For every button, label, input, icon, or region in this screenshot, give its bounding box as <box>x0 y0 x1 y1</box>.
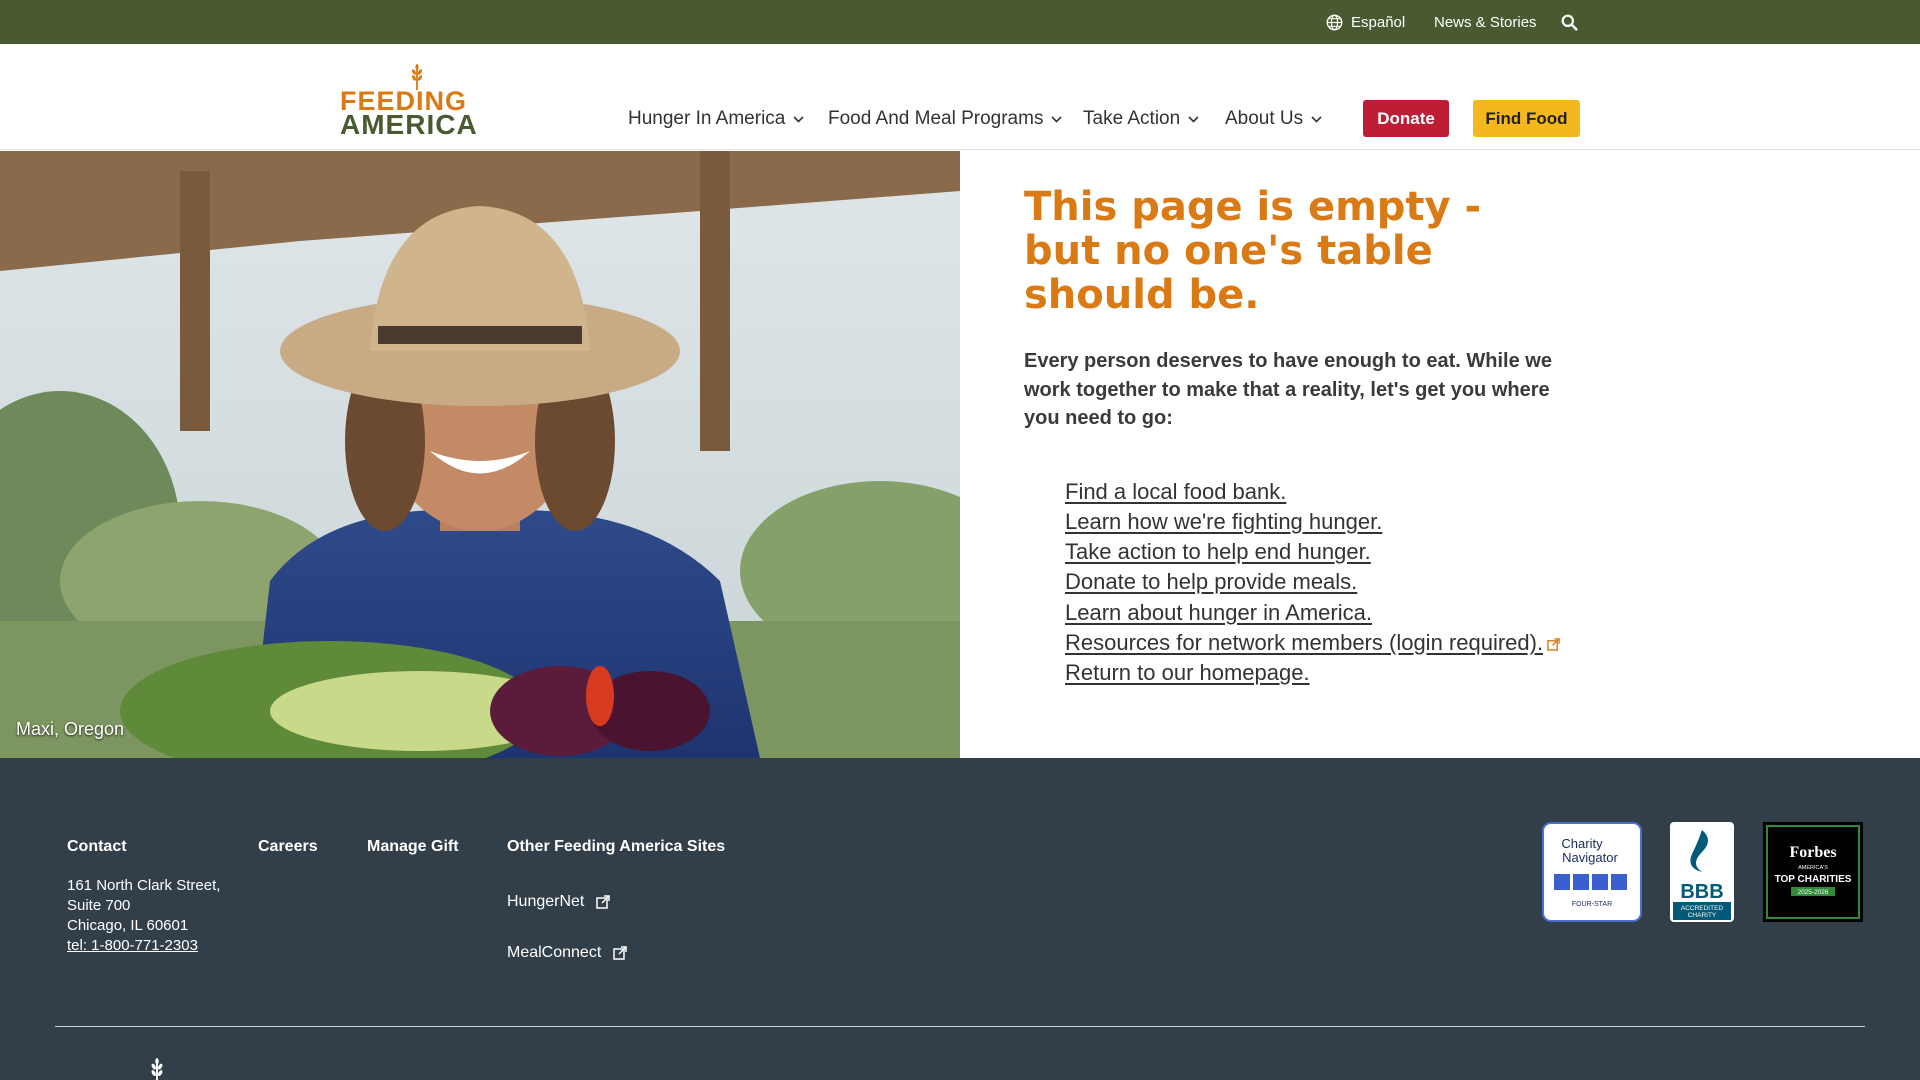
nav-food-and-meal-programs[interactable]: Food And Meal Programs <box>828 104 1063 134</box>
bbb-text: BBB <box>1680 881 1723 903</box>
manage-gift-label: Manage Gift <box>367 838 459 855</box>
fighting-hunger-link[interactable]: Learn how we're fighting hunger. <box>1065 509 1382 534</box>
address-line-2: Suite 700 <box>67 897 131 914</box>
nav-about-us[interactable]: About Us <box>1225 104 1322 134</box>
phone-link[interactable]: tel: 1-800-771-2303 <box>67 936 220 956</box>
hunger-in-america-link[interactable]: Learn about hunger in America. <box>1065 600 1372 625</box>
logo-word-america: AMERICA <box>340 109 478 140</box>
forbes-text: TOP CHARITIES <box>1775 874 1852 885</box>
donate-button[interactable]: Donate <box>1363 100 1449 137</box>
globe-icon <box>1326 14 1343 30</box>
bbb-text: CHARITY <box>1688 912 1717 919</box>
hungernet-link[interactable]: HungerNet <box>507 893 611 911</box>
wheat-icon <box>151 1058 163 1080</box>
forbes-text: Forbes <box>1789 844 1836 861</box>
nav-label: About Us <box>1225 108 1304 129</box>
forbes-top-charities-badge[interactable]: Forbes AMERICA'S TOP CHARITIES 2025-2026 <box>1763 822 1863 922</box>
careers-link[interactable]: Careers <box>258 838 318 856</box>
bbb-badge[interactable]: BBB ACCREDITED CHARITY <box>1670 822 1734 922</box>
hungernet-label: HungerNet <box>507 893 585 910</box>
charity-navigator-text: Charity <box>1561 836 1603 851</box>
charity-navigator-text: FOUR-STAR <box>1572 901 1612 908</box>
utility-bar: Español News & Stories <box>0 0 1920 44</box>
other-sites-title: Other Feeding America Sites <box>507 838 726 855</box>
chevron-down-icon <box>793 115 804 123</box>
error-content: This page is empty - but no one's table … <box>1024 185 1584 689</box>
careers-label: Careers <box>258 838 318 855</box>
take-action-link[interactable]: Take action to help end hunger. <box>1065 539 1371 564</box>
lead-paragraph: Every person deserves to have enough to … <box>1024 350 1552 429</box>
hero-photo <box>0 151 960 758</box>
search-icon <box>1561 14 1578 31</box>
list-item: Take action to help end hunger. <box>1065 537 1584 567</box>
site-footer: Contact 161 North Clark Street, Suite 70… <box>0 758 1920 1080</box>
nav-take-action[interactable]: Take Action <box>1083 104 1199 134</box>
address-line-1: 161 North Clark Street, <box>67 877 221 894</box>
search-button[interactable] <box>1561 0 1586 44</box>
helpful-links-list: Find a local food bank. Learn how we're … <box>1065 477 1584 689</box>
language-label: Español <box>1351 13 1406 31</box>
chevron-down-icon <box>1311 115 1322 123</box>
network-resources-link[interactable]: Resources for network members (login req… <box>1065 630 1543 655</box>
charity-navigator-text: Navigator <box>1562 850 1618 865</box>
nav-label: Food And Meal Programs <box>828 108 1044 129</box>
manage-gift-link[interactable]: Manage Gift <box>367 838 459 856</box>
list-item: Learn about hunger in America. <box>1065 598 1584 628</box>
site-header: FEEDING AMERICA Hunger In America Food A… <box>0 44 1920 150</box>
list-item: Resources for network members (login req… <box>1065 628 1584 658</box>
external-link-icon <box>596 895 611 909</box>
feeding-america-logo[interactable]: FEEDING AMERICA <box>340 64 477 140</box>
footer-divider <box>55 1026 1865 1027</box>
page-title: This page is empty - but no one's table … <box>1024 184 1482 318</box>
address-line-3: Chicago, IL 60601 <box>67 917 189 934</box>
forbes-text: AMERICA'S <box>1798 865 1828 871</box>
language-link[interactable]: Español <box>1326 0 1405 44</box>
list-item: Learn how we're fighting hunger. <box>1065 507 1584 537</box>
nav-label: Hunger In America <box>628 108 786 129</box>
external-link-icon <box>613 946 628 960</box>
nav-label: Take Action <box>1083 108 1181 129</box>
external-link-icon <box>1547 637 1560 651</box>
photo-caption: Maxi, Oregon <box>16 719 125 739</box>
contact-column: Contact 161 North Clark Street, Suite 70… <box>67 838 220 956</box>
mealconnect-label: MealConnect <box>507 944 602 961</box>
list-item: Return to our homepage. <box>1065 658 1584 688</box>
chevron-down-icon <box>1188 115 1199 123</box>
bbb-text: ACCREDITED <box>1681 905 1724 912</box>
find-food-button[interactable]: Find Food <box>1473 100 1580 137</box>
list-item: Find a local food bank. <box>1065 477 1584 507</box>
news-stories-label: News & Stories <box>1434 13 1537 31</box>
nav-hunger-in-america[interactable]: Hunger In America <box>628 104 804 134</box>
contact-title: Contact <box>67 838 127 855</box>
charity-navigator-badge[interactable]: Charity Navigator FOUR-STAR <box>1542 822 1642 922</box>
news-stories-link[interactable]: News & Stories <box>1434 0 1537 44</box>
other-sites-column: Other Feeding America Sites <box>507 838 725 856</box>
forbes-text: 2025-2026 <box>1797 889 1828 896</box>
chevron-down-icon <box>1051 115 1063 123</box>
find-food-bank-link[interactable]: Find a local food bank. <box>1065 479 1286 504</box>
mealconnect-link[interactable]: MealConnect <box>507 944 628 962</box>
homepage-link[interactable]: Return to our homepage. <box>1065 660 1310 685</box>
donate-meals-link[interactable]: Donate to help provide meals. <box>1065 569 1357 594</box>
list-item: Donate to help provide meals. <box>1065 567 1584 597</box>
